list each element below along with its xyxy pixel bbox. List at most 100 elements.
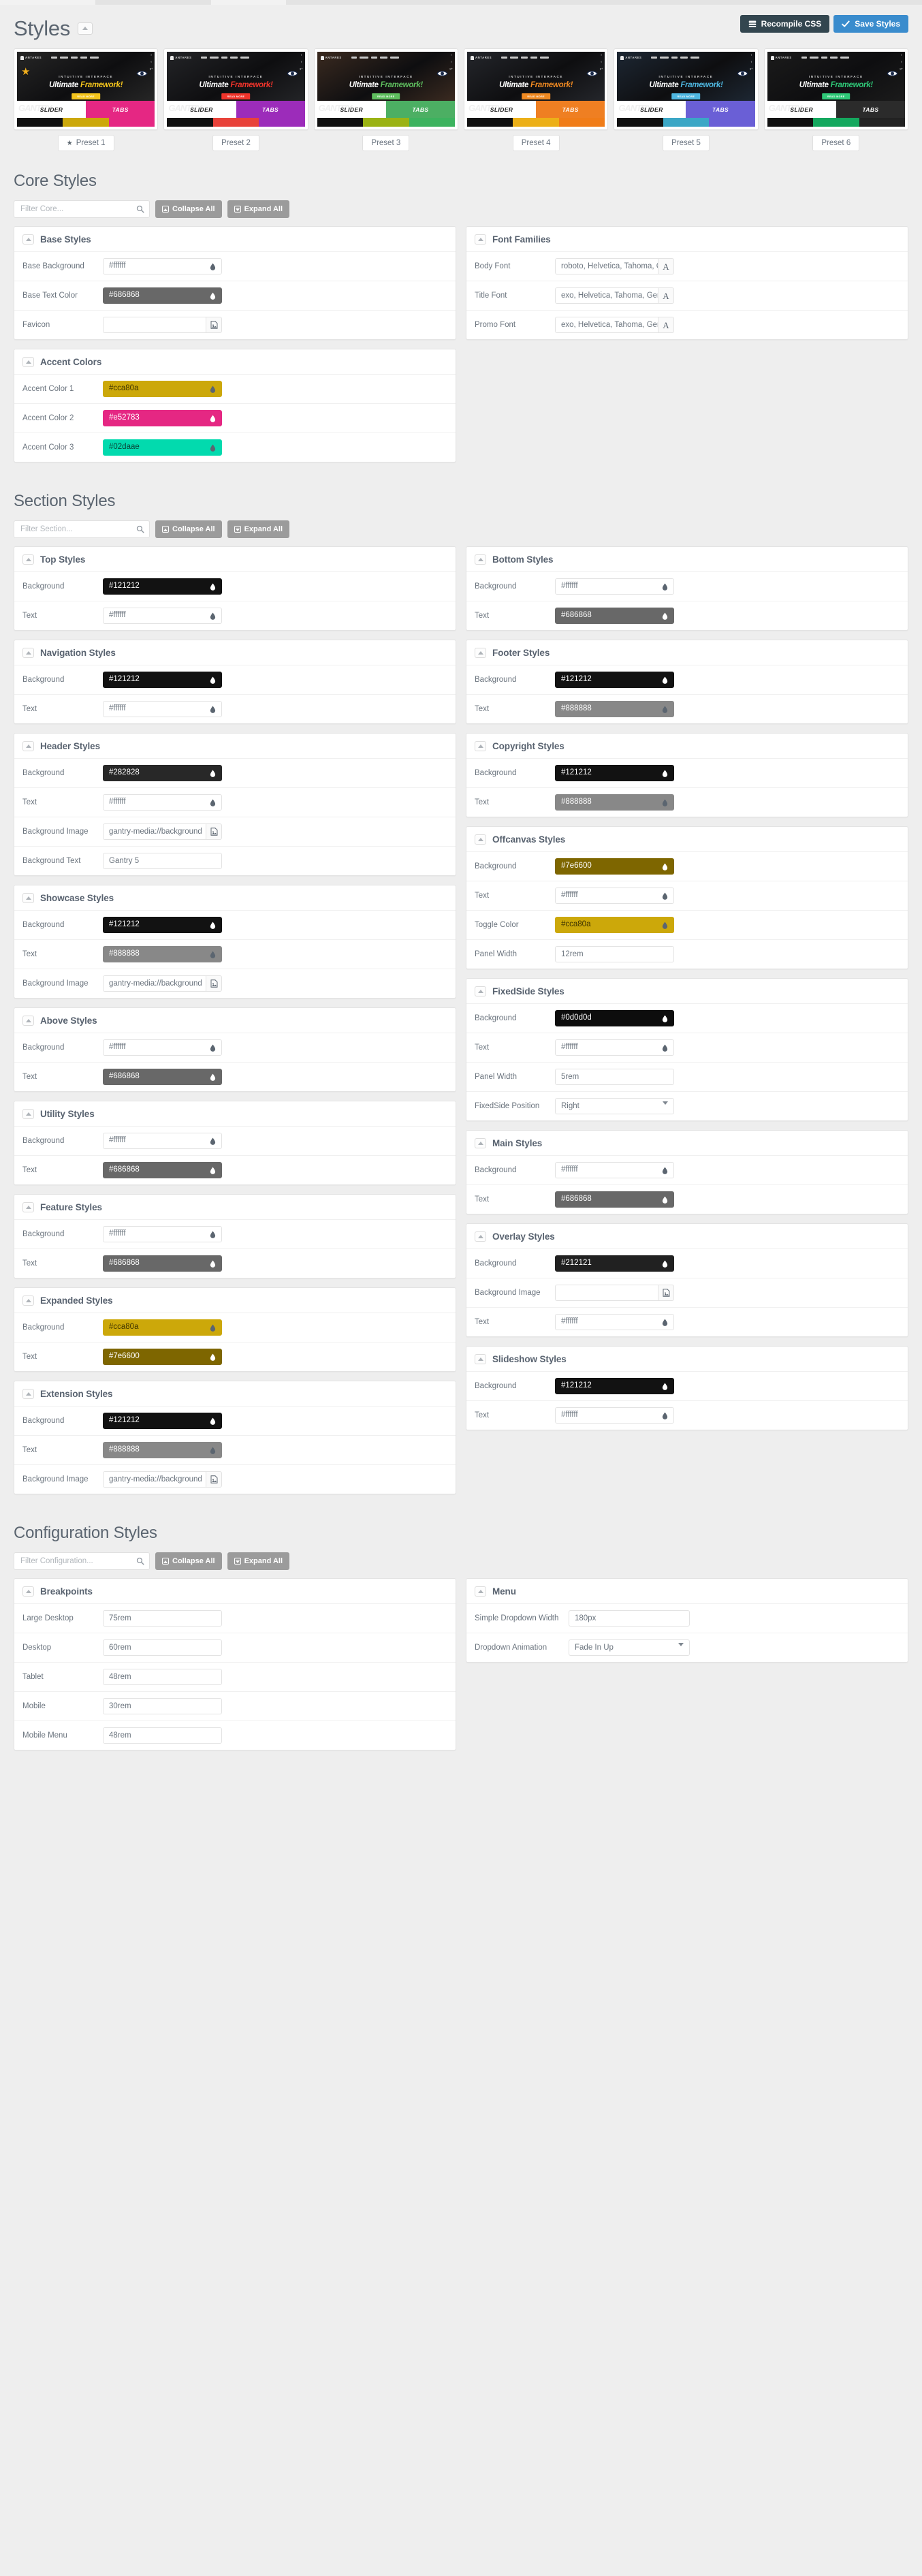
color-picker-field[interactable]: #ffffff (103, 258, 222, 274)
color-picker-field[interactable]: #686868 (103, 1255, 222, 1272)
font-picker-button[interactable]: A (658, 258, 674, 274)
text-field[interactable]: 5rem (555, 1069, 674, 1085)
panel-header[interactable]: Footer Styles (466, 640, 908, 665)
panel-collapse-toggle[interactable] (22, 1295, 34, 1306)
section-filter-input[interactable] (14, 520, 150, 538)
preset-thumbnail[interactable]: ANTARES f t g+ ★ INTUITIVE INTERFACE Ult… (17, 52, 155, 101)
file-path-input[interactable] (555, 1285, 658, 1301)
preset-thumbnail[interactable]: ANTARES f t g+ INTUITIVE INTERFACE Ultim… (617, 52, 755, 101)
color-picker-field[interactable]: #121212 (103, 917, 222, 933)
color-picker-field[interactable]: #686868 (555, 608, 674, 624)
save-styles-button[interactable]: Save Styles (833, 15, 908, 33)
preset-card[interactable]: ANTARES f t g+ INTUITIVE INTERFACE Ultim… (463, 48, 609, 130)
text-field[interactable]: Gantry 5 (103, 853, 222, 869)
font-picker-button[interactable]: A (658, 287, 674, 304)
panel-collapse-toggle[interactable] (475, 1138, 486, 1148)
preset-label-button[interactable]: Preset 3 (362, 135, 410, 151)
panel-collapse-toggle[interactable] (22, 1202, 34, 1212)
panel-collapse-toggle[interactable] (475, 834, 486, 845)
color-picker-field[interactable]: #686868 (555, 1191, 674, 1208)
image-picker-button[interactable] (206, 975, 222, 992)
color-picker-field[interactable]: #888888 (555, 701, 674, 717)
image-picker-button[interactable] (206, 317, 222, 333)
color-picker-field[interactable]: #cca80a (103, 381, 222, 397)
text-field[interactable]: 48rem (103, 1669, 222, 1685)
panel-collapse-toggle[interactable] (475, 554, 486, 565)
panel-header[interactable]: Offcanvas Styles (466, 827, 908, 851)
core-filter-input[interactable] (14, 200, 150, 218)
text-field[interactable]: 180px (569, 1610, 690, 1627)
color-picker-field[interactable]: #02daae (103, 439, 222, 456)
preset-label-button[interactable]: Preset 5 (663, 135, 710, 151)
panel-header[interactable]: Menu (466, 1579, 908, 1603)
preset-label-button[interactable]: Preset 4 (512, 135, 560, 151)
panel-header[interactable]: Font Families (466, 227, 908, 251)
panel-collapse-toggle[interactable] (475, 234, 486, 245)
panel-collapse-toggle[interactable] (22, 1109, 34, 1119)
panel-collapse-toggle[interactable] (475, 648, 486, 658)
font-value-input[interactable]: roboto, Helvetica, Tahoma, Geneva, Arial… (555, 258, 658, 274)
preset-thumbnail[interactable]: ANTARES f t g+ INTUITIVE INTERFACE Ultim… (767, 52, 905, 101)
color-picker-field[interactable]: #ffffff (103, 1039, 222, 1056)
panel-header[interactable]: Breakpoints (14, 1579, 456, 1603)
panel-header[interactable]: Above Styles (14, 1008, 456, 1033)
panel-collapse-toggle[interactable] (22, 893, 34, 903)
color-picker-field[interactable]: #ffffff (555, 888, 674, 904)
color-picker-field[interactable]: #ffffff (103, 1226, 222, 1242)
preset-card[interactable]: ANTARES f t g+ INTUITIVE INTERFACE Ultim… (614, 48, 759, 130)
eye-icon[interactable] (436, 69, 448, 78)
color-picker-field[interactable]: #0d0d0d (555, 1010, 674, 1026)
image-picker-button[interactable] (658, 1285, 674, 1301)
file-path-input[interactable]: gantry-media://background (103, 1471, 206, 1488)
core-collapse-all-button[interactable]: Collapse All (155, 200, 222, 218)
color-picker-field[interactable]: #121212 (555, 765, 674, 781)
panel-header[interactable]: Base Styles (14, 227, 456, 251)
panel-collapse-toggle[interactable] (475, 986, 486, 996)
color-picker-field[interactable]: #cca80a (555, 917, 674, 933)
file-path-input[interactable]: gantry-media://background (103, 975, 206, 992)
color-picker-field[interactable]: #888888 (103, 946, 222, 962)
file-path-input[interactable]: gantry-media://background (103, 823, 206, 840)
core-expand-all-button[interactable]: Expand All (227, 200, 289, 218)
color-picker-field[interactable]: #888888 (103, 1442, 222, 1458)
preset-thumbnail[interactable]: ANTARES f t g+ INTUITIVE INTERFACE Ultim… (317, 52, 455, 101)
panel-header[interactable]: Expanded Styles (14, 1288, 456, 1313)
color-picker-field[interactable]: #282828 (103, 765, 222, 781)
panel-collapse-toggle[interactable] (22, 648, 34, 658)
text-field[interactable]: 75rem (103, 1610, 222, 1627)
eye-icon[interactable] (887, 69, 898, 78)
panel-header[interactable]: Utility Styles (14, 1101, 456, 1126)
color-picker-field[interactable]: #ffffff (103, 608, 222, 624)
text-field[interactable]: 30rem (103, 1698, 222, 1714)
preset-label-button[interactable]: Preset 2 (212, 135, 259, 151)
color-picker-field[interactable]: #ffffff (555, 578, 674, 595)
color-picker-field[interactable]: #7e6600 (555, 858, 674, 875)
eye-icon[interactable] (736, 69, 748, 78)
color-picker-field[interactable]: #ffffff (555, 1314, 674, 1330)
panel-header[interactable]: Navigation Styles (14, 640, 456, 665)
panel-collapse-toggle[interactable] (22, 357, 34, 367)
styles-collapse-toggle[interactable] (78, 22, 93, 35)
color-picker-field[interactable]: #686868 (103, 287, 222, 304)
eye-icon[interactable] (586, 69, 599, 78)
preset-card[interactable]: ANTARES f t g+ INTUITIVE INTERFACE Ultim… (313, 48, 458, 130)
color-picker-field[interactable]: #888888 (555, 794, 674, 811)
preset-card[interactable]: ANTARES f t g+ ★ INTUITIVE INTERFACE Ult… (14, 48, 159, 130)
color-picker-field[interactable]: #121212 (103, 578, 222, 595)
preset-thumbnail[interactable]: ANTARES f t g+ INTUITIVE INTERFACE Ultim… (167, 52, 305, 101)
image-picker-button[interactable] (206, 1471, 222, 1488)
file-path-input[interactable] (103, 317, 206, 333)
recompile-css-button[interactable]: Recompile CSS (740, 15, 830, 33)
panel-collapse-toggle[interactable] (22, 1586, 34, 1597)
eye-icon[interactable] (286, 69, 298, 78)
color-picker-field[interactable]: #7e6600 (103, 1349, 222, 1365)
panel-collapse-toggle[interactable] (475, 741, 486, 751)
panel-header[interactable]: Feature Styles (14, 1195, 456, 1219)
panel-collapse-toggle[interactable] (22, 741, 34, 751)
preset-label-button[interactable]: Preset 6 (812, 135, 860, 151)
panel-collapse-toggle[interactable] (22, 1389, 34, 1399)
configuration-collapse-all-button[interactable]: Collapse All (155, 1552, 222, 1570)
font-value-input[interactable]: exo, Helvetica, Tahoma, Geneva, Arial, s… (555, 317, 658, 333)
panel-header[interactable]: Main Styles (466, 1131, 908, 1155)
color-picker-field[interactable]: #686868 (103, 1069, 222, 1085)
